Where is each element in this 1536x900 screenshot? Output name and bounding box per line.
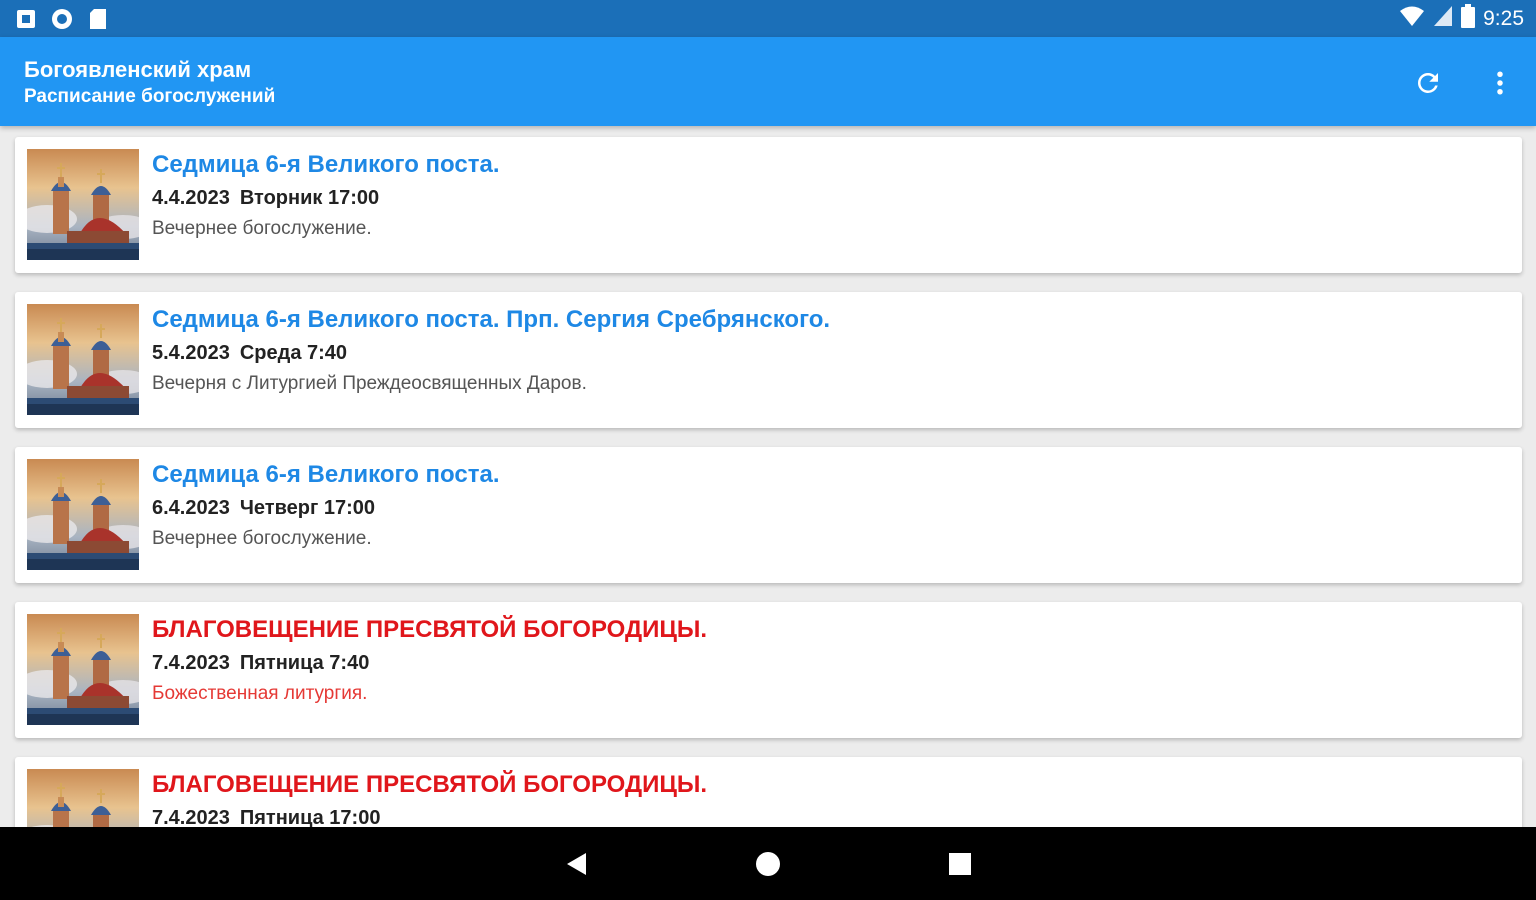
app-bar: Богоявленский храм Расписание богослужен… (0, 37, 1536, 126)
refresh-button[interactable] (1406, 61, 1450, 105)
service-datetime: 6.4.2023 Четверг 17:00 (152, 497, 375, 520)
service-datetime: 4.4.2023 Вторник 17:00 (152, 187, 379, 210)
service-date: 7.4.2023 (152, 807, 230, 827)
service-description: Божественная литургия. (152, 683, 368, 704)
service-date: 7.4.2023 (152, 652, 230, 674)
status-icons-right: 9:25 (1399, 4, 1524, 33)
app-title: Богоявленский храм (24, 57, 252, 82)
recents-button[interactable] (937, 841, 983, 887)
status-time: 9:25 (1483, 6, 1524, 30)
navigation-bar (0, 827, 1536, 900)
service-date: 4.4.2023 (152, 187, 230, 209)
back-icon (567, 853, 586, 875)
service-description: Вечернее богослужение. (152, 528, 372, 549)
status-icons-left (16, 7, 108, 36)
wifi-icon (1399, 5, 1425, 32)
service-card[interactable]: Седмица 6-я Великого поста. Прп. Сергия … (15, 292, 1522, 428)
status-bar: 9:25 (0, 0, 1536, 37)
service-title: Седмица 6-я Великого поста. (152, 151, 500, 178)
signal-icon (1433, 5, 1453, 32)
notification-square-icon (16, 9, 36, 34)
church-thumbnail (27, 149, 139, 260)
service-list[interactable]: Седмица 6-я Великого поста. 4.4.2023 Вторн… (0, 126, 1536, 827)
more-options-button[interactable] (1478, 61, 1522, 105)
service-date: 6.4.2023 (152, 497, 230, 519)
church-thumbnail (27, 459, 139, 570)
back-button[interactable] (554, 841, 600, 887)
service-card[interactable]: Седмица 6-я Великого поста. 4.4.2023 Вторн… (15, 137, 1522, 273)
service-card[interactable]: Седмица 6-я Великого поста. 6.4.2023 Четве… (15, 447, 1522, 583)
refresh-icon (1418, 73, 1438, 93)
sync-circle-icon (50, 7, 74, 36)
sd-card-icon (88, 8, 108, 35)
recents-icon (949, 853, 971, 875)
more-vert-icon (1497, 71, 1503, 95)
service-weekday-time: Среда 7:40 (239, 342, 348, 364)
battery-icon (1461, 4, 1476, 33)
service-datetime: 7.4.2023 Пятница 7:40 (152, 652, 369, 675)
home-icon (756, 852, 780, 876)
service-datetime: 7.4.2023 Пятница 17:00 (152, 807, 380, 827)
church-thumbnail (27, 304, 139, 415)
home-button[interactable] (745, 841, 791, 887)
service-title: Седмица 6-я Великого поста. Прп. Сергия … (152, 306, 831, 333)
service-title: БЛАГОВЕЩЕНИЕ ПРЕСВЯТОЙ БОГОРОДИЦЫ. (152, 771, 708, 798)
service-weekday-time: Пятница 7:40 (239, 652, 370, 674)
service-card[interactable]: БЛАГОВЕЩЕНИЕ ПРЕСВЯТОЙ БОГОРОДИЦЫ. 7.4.20… (15, 602, 1522, 738)
service-title: Седмица 6-я Великого поста. (152, 461, 500, 488)
service-datetime: 5.4.2023 Среда 7:40 (152, 342, 347, 365)
church-thumbnail (27, 614, 139, 725)
service-date: 5.4.2023 (152, 342, 230, 364)
service-description: Вечерня с Литургией Преждеосвященных Дар… (152, 373, 587, 394)
service-card[interactable]: БЛАГОВЕЩЕНИЕ ПРЕСВЯТОЙ БОГОРОДИЦЫ. 7.4.20… (15, 757, 1522, 827)
app-subtitle: Расписание богослужений (24, 86, 276, 107)
service-weekday-time: Пятница 17:00 (239, 807, 381, 827)
app-screen: 9:25 Богоявленский храм Расписание богос… (0, 0, 1536, 900)
service-weekday-time: Вторник 17:00 (239, 187, 380, 209)
church-thumbnail (27, 769, 139, 827)
service-description: Вечернее богослужение. (152, 218, 372, 239)
service-title: БЛАГОВЕЩЕНИЕ ПРЕСВЯТОЙ БОГОРОДИЦЫ. (152, 616, 708, 643)
service-weekday-time: Четверг 17:00 (239, 497, 375, 519)
